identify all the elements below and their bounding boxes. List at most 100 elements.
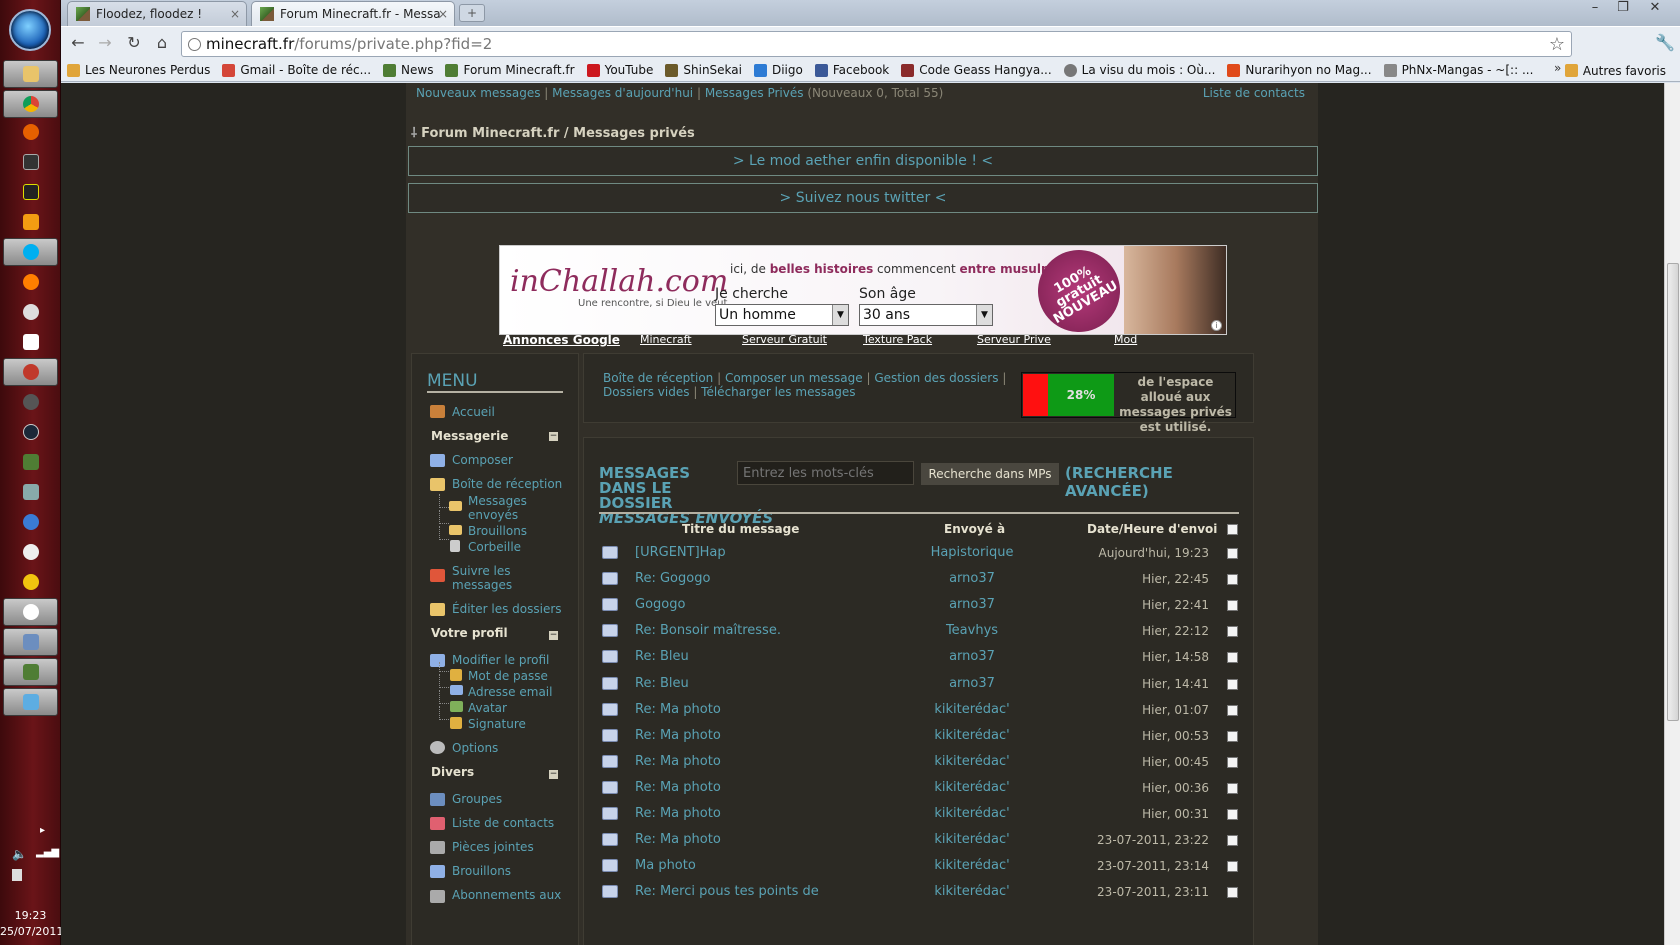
collapse-icon[interactable]: − [549, 432, 558, 441]
sidebar-item-drafts-misc[interactable]: Brouillons [452, 864, 511, 878]
table-row[interactable]: Re: Ma photo kikiterédac' Hier, 00:31 [584, 803, 1255, 829]
recipient-link[interactable]: kikiterédac' [872, 702, 1072, 717]
sidebar-item-signature[interactable]: Signature [468, 717, 526, 731]
taskbar-notepad-button[interactable] [3, 328, 58, 356]
advanced-search-link[interactable]: (RECHERCHE AVANCÉE) [1065, 464, 1253, 500]
ad-info-icon[interactable]: i [1211, 320, 1222, 331]
taskbar-app-button[interactable] [3, 148, 58, 176]
tab-close-icon[interactable]: × [438, 7, 448, 21]
announcement-banner[interactable]: > Suivez nous twitter < [408, 183, 1318, 213]
table-row[interactable]: Re: Ma photo kikiterédac' 23-07-2011, 23:2… [584, 829, 1255, 855]
message-subject-link[interactable]: Re: Ma photo [635, 780, 721, 795]
recipient-link[interactable]: arno37 [872, 597, 1072, 612]
sidebar-item-inbox[interactable]: Boîte de réception [452, 477, 562, 491]
table-row[interactable]: Re: Merci pous tes points de kikiterédac'… [584, 881, 1255, 907]
restore-button[interactable]: ❐ [1610, 0, 1636, 18]
row-checkbox[interactable] [1227, 574, 1238, 586]
row-checkbox[interactable] [1227, 835, 1238, 847]
bookmark-item[interactable]: Nurarihyon no Mag... [1221, 60, 1377, 80]
wrench-menu-icon[interactable]: 🔧 [1655, 33, 1675, 52]
ad-link-free-server[interactable]: Serveur Gratuit [742, 333, 827, 346]
ad-link-minecraft[interactable]: Minecraft [640, 333, 692, 346]
forward-button[interactable]: → [94, 32, 116, 54]
bookmark-item[interactable]: ShinSekai [659, 60, 748, 80]
message-subject-link[interactable]: Gogogo [635, 597, 685, 612]
table-row[interactable]: Re: Bleu arno37 Hier, 14:41 [584, 673, 1255, 699]
table-row[interactable]: Re: Bleu arno37 Hier, 14:58 [584, 646, 1255, 672]
table-row[interactable]: Re: Ma photo kikiterédac' Hier, 00:36 [584, 777, 1255, 803]
google-ads-link[interactable]: Annonces Google [503, 333, 620, 347]
row-checkbox[interactable] [1227, 782, 1238, 794]
minimize-button[interactable]: – [1582, 0, 1608, 18]
sidebar-item-compose[interactable]: Composer [452, 453, 513, 467]
sidebar-item-home[interactable]: Accueil [452, 405, 495, 419]
table-row[interactable]: Re: Ma photo kikiterédac' Hier, 01:07 [584, 699, 1255, 725]
table-row[interactable]: Re: Ma photo kikiterédac' Hier, 00:53 [584, 725, 1255, 751]
sidebar-item-attachments[interactable]: Pièces jointes [452, 840, 534, 854]
row-checkbox[interactable] [1227, 887, 1238, 899]
recipient-link[interactable]: kikiterédac' [872, 780, 1072, 795]
sidebar-item-drafts[interactable]: Brouillons [468, 524, 527, 538]
bookmark-star-icon[interactable]: ☆ [1549, 34, 1565, 55]
taskbar-firefox-button[interactable] [3, 118, 58, 146]
column-header-date[interactable]: Date/Heure d'envoi [1087, 522, 1217, 536]
home-button[interactable]: ⌂ [151, 32, 173, 54]
battery-icon[interactable] [12, 869, 22, 881]
new-tab-button[interactable]: + [459, 4, 485, 22]
column-header-title[interactable]: Titre du message [682, 522, 799, 536]
taskbar-app-button[interactable] [3, 268, 58, 296]
taskbar-app-button[interactable] [3, 538, 58, 566]
message-subject-link[interactable]: Re: Merci pous tes points de [635, 884, 819, 899]
sidebar-item-track[interactable]: Suivre les messages [452, 564, 532, 592]
message-subject-link[interactable]: Re: Ma photo [635, 754, 721, 769]
tab-close-icon[interactable]: × [230, 7, 240, 21]
reload-button[interactable]: ↻ [123, 32, 145, 54]
taskbar-app-button[interactable] [3, 568, 58, 596]
recipient-link[interactable]: kikiterédac' [872, 806, 1072, 821]
message-subject-link[interactable]: Re: Ma photo [635, 702, 721, 717]
recipient-link[interactable]: kikiterédac' [872, 832, 1072, 847]
sidebar-item-options[interactable]: Options [452, 741, 498, 755]
sidebar-item-email[interactable]: Adresse email [468, 685, 552, 699]
compose-link[interactable]: Composer un message [725, 371, 863, 385]
taskbar-app-button[interactable] [3, 178, 58, 206]
sidebar-item-edit-profile[interactable]: Modifier le profil [452, 653, 549, 667]
today-messages-link[interactable]: Messages d'aujourd'hui [552, 86, 693, 100]
message-subject-link[interactable]: Re: Bonsoir maîtresse. [635, 623, 781, 638]
network-icon[interactable]: ▂▄▆ [36, 847, 59, 858]
bookmark-item[interactable]: Facebook [809, 60, 895, 80]
inbox-link[interactable]: Boîte de réception [603, 371, 713, 385]
close-window-button[interactable]: ✕ [1642, 0, 1668, 18]
table-row[interactable]: Ma photo kikiterédac' 23-07-2011, 23:14 [584, 855, 1255, 881]
bookmark-item[interactable]: Diigo [748, 60, 809, 80]
sidebar-item-groups[interactable]: Groupes [452, 792, 502, 806]
recipient-link[interactable]: Hapistorique [872, 545, 1072, 560]
row-checkbox[interactable] [1227, 626, 1238, 638]
row-checkbox[interactable] [1227, 861, 1238, 873]
bookmark-item[interactable]: YouTube [581, 60, 660, 80]
contacts-link[interactable]: Liste de contacts [1203, 86, 1305, 100]
sidebar-item-edit-folders[interactable]: Éditer les dossiers [452, 602, 562, 616]
sidebar-item-contacts[interactable]: Liste de contacts [452, 816, 554, 830]
table-row[interactable]: Gogogo arno37 Hier, 22:41 [584, 594, 1255, 620]
message-subject-link[interactable]: Re: Ma photo [635, 832, 721, 847]
advertisement[interactable]: inChallah.com Une rencontre, si Dieu le … [499, 245, 1227, 335]
taskbar-app-button[interactable] [3, 478, 58, 506]
show-hidden-icons-icon[interactable]: ▸ [40, 825, 45, 836]
ad-link-texture-pack[interactable]: Texture Pack [863, 333, 932, 346]
pm-search-button[interactable]: Recherche dans MPs [921, 463, 1059, 485]
recipient-link[interactable]: arno37 [872, 676, 1072, 691]
taskbar-app-button[interactable] [3, 388, 58, 416]
bookmark-item[interactable]: News [377, 60, 439, 80]
taskbar-app-button[interactable] [3, 508, 58, 536]
new-messages-link[interactable]: Nouveaux messages [416, 86, 540, 100]
message-subject-link[interactable]: Re: Gogogo [635, 571, 710, 586]
taskbar-app-button[interactable] [3, 598, 58, 626]
bookmark-item[interactable]: Gmail - Boîte de réc... [216, 60, 377, 80]
bookmark-item[interactable]: Les Neurones Perdus [61, 60, 216, 80]
row-checkbox[interactable] [1227, 548, 1238, 559]
select-all-checkbox[interactable] [1227, 524, 1238, 535]
row-checkbox[interactable] [1227, 809, 1238, 820]
row-checkbox[interactable] [1227, 652, 1238, 664]
taskbar-skype-button[interactable] [3, 238, 58, 266]
